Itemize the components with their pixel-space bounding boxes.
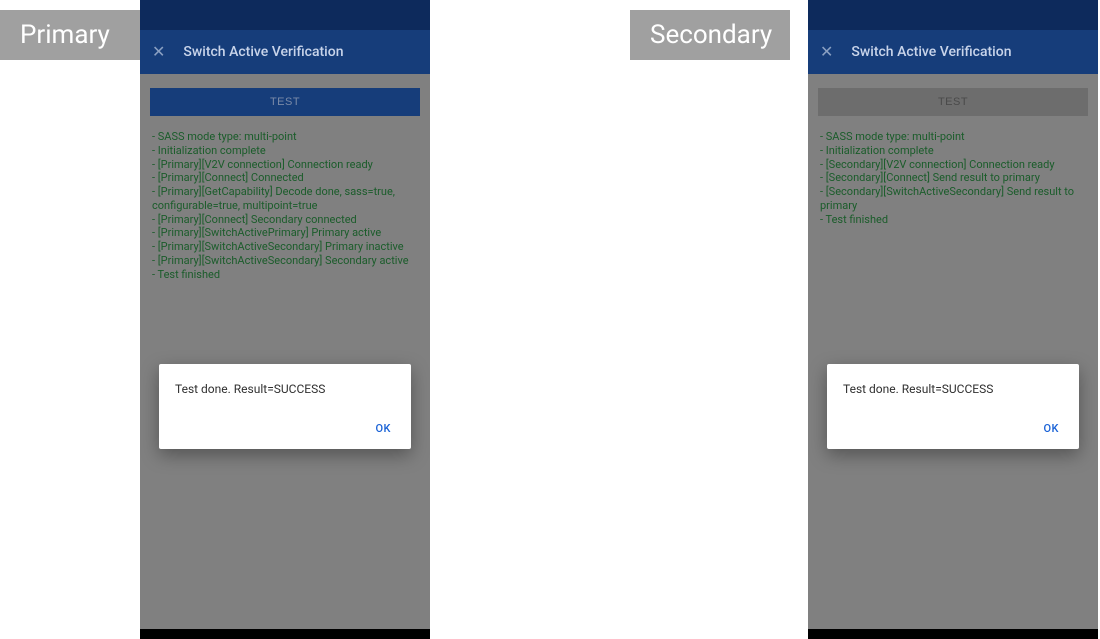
log-line: - Initialization complete xyxy=(820,144,1086,158)
log-line: - Initialization complete xyxy=(152,144,418,158)
dialog-message: Test done. Result=SUCCESS xyxy=(175,382,395,396)
appbar-title: Switch Active Verification xyxy=(851,44,1011,60)
tag-secondary: Secondary xyxy=(630,10,790,60)
log-line: - [Primary][Connect] Connected xyxy=(152,171,418,185)
log-line: - Test finished xyxy=(152,268,418,282)
tag-primary: Primary xyxy=(0,10,140,60)
log-line: - [Primary][V2V connection] Connection r… xyxy=(152,158,418,172)
log-line: - [Secondary][V2V connection] Connection… xyxy=(820,158,1086,172)
ok-button[interactable]: OK xyxy=(1039,416,1063,441)
result-dialog: Test done. Result=SUCCESS OK xyxy=(827,364,1079,449)
status-bar xyxy=(808,0,1098,30)
log-primary: - SASS mode type: multi-point- Initializ… xyxy=(150,130,420,281)
log-line: - [Primary][SwitchActivePrimary] Primary… xyxy=(152,226,418,240)
status-bar xyxy=(140,0,430,30)
log-line: - [Primary][SwitchActiveSecondary] Secon… xyxy=(152,254,418,268)
phone-primary: ✕ Switch Active Verification TEST - SASS… xyxy=(140,0,430,639)
ok-button[interactable]: OK xyxy=(371,416,395,441)
log-secondary: - SASS mode type: multi-point- Initializ… xyxy=(818,130,1088,226)
log-line: - [Primary][Connect] Secondary connected xyxy=(152,213,418,227)
nav-bar xyxy=(140,629,430,639)
test-button[interactable]: TEST xyxy=(818,88,1088,116)
app-bar: ✕ Switch Active Verification xyxy=(140,30,430,74)
log-line: - [Primary][GetCapability] Decode done, … xyxy=(152,185,418,213)
log-line: - Test finished xyxy=(820,213,1086,227)
test-button[interactable]: TEST xyxy=(150,88,420,116)
phone-secondary: ✕ Switch Active Verification TEST - SASS… xyxy=(808,0,1098,639)
appbar-title: Switch Active Verification xyxy=(183,44,343,60)
log-line: - SASS mode type: multi-point xyxy=(152,130,418,144)
log-line: - [Primary][SwitchActiveSecondary] Prima… xyxy=(152,240,418,254)
log-line: - [Secondary][SwitchActiveSecondary] Sen… xyxy=(820,185,1086,213)
close-icon[interactable]: ✕ xyxy=(820,44,833,60)
dialog-actions: OK xyxy=(843,416,1063,441)
close-icon[interactable]: ✕ xyxy=(152,44,165,60)
nav-bar xyxy=(808,629,1098,639)
content-area: TEST - SASS mode type: multi-point- Init… xyxy=(808,74,1098,629)
app-bar: ✕ Switch Active Verification xyxy=(808,30,1098,74)
dialog-actions: OK xyxy=(175,416,395,441)
content-area: TEST - SASS mode type: multi-point- Init… xyxy=(140,74,430,629)
log-line: - SASS mode type: multi-point xyxy=(820,130,1086,144)
result-dialog: Test done. Result=SUCCESS OK xyxy=(159,364,411,449)
dialog-message: Test done. Result=SUCCESS xyxy=(843,382,1063,396)
log-line: - [Secondary][Connect] Send result to pr… xyxy=(820,171,1086,185)
